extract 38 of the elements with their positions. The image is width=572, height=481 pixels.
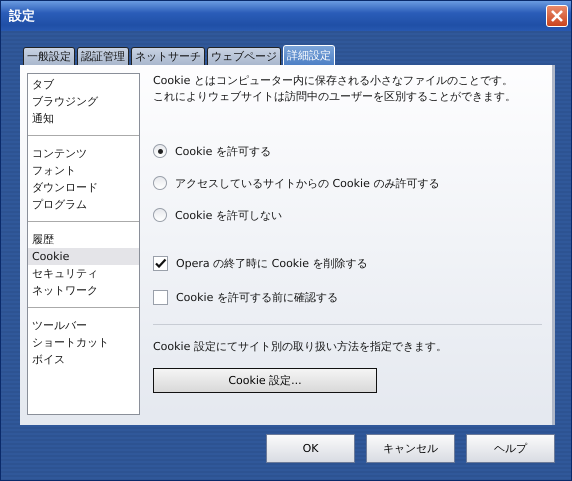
category-item[interactable]: コンテンツ [28, 145, 139, 162]
category-item[interactable]: Cookie [28, 248, 139, 265]
dialog-button[interactable]: ヘルプ [466, 434, 555, 463]
checkbox-label: Cookie を許可する前に確認する [176, 290, 338, 304]
radio-button[interactable] [153, 144, 167, 158]
description-text: Cookie とはコンピューター内に保存される小さなファイルのことです。 [153, 73, 514, 89]
close-icon [551, 10, 563, 22]
radio-label: アクセスしているサイトからの Cookie のみ許可する [175, 176, 440, 190]
category-item[interactable]: ブラウジング [28, 93, 139, 110]
cookie-settings-button[interactable]: Cookie 設定... [153, 368, 377, 393]
dialog-button[interactable]: OK [266, 434, 355, 463]
dialog-button[interactable]: キャンセル [366, 434, 455, 463]
category-item[interactable]: ネットワーク [28, 282, 139, 299]
category-item[interactable]: フォント [28, 162, 139, 179]
tab[interactable]: ネットサーチ [131, 47, 205, 65]
category-item[interactable]: ボイス [28, 351, 139, 368]
radio-label: Cookie を許可しない [175, 208, 282, 222]
window-title: 設定 [9, 8, 35, 25]
category-item[interactable]: 通知 [28, 110, 139, 127]
close-button[interactable] [546, 5, 568, 27]
radio-button[interactable] [153, 176, 167, 190]
checkbox-label: Opera の終了時に Cookie を削除する [176, 256, 368, 270]
category-item[interactable]: 履歴 [28, 231, 139, 248]
category-item[interactable]: プログラム [28, 196, 139, 213]
tab[interactable]: 一般設定 [23, 47, 75, 65]
radio-button[interactable] [153, 208, 167, 222]
category-item[interactable]: ツールバー [28, 317, 139, 334]
checkbox[interactable] [153, 256, 168, 270]
note-text: Cookie 設定にてサイト別の取り扱い方法を指定できます。 [153, 339, 448, 354]
tab[interactable]: 認証管理 [77, 47, 129, 65]
category-item[interactable]: ダウンロード [28, 179, 139, 196]
description-text: これによりウェブサイトは訪問中のユーザーを区別することができます。 [153, 89, 517, 105]
tab[interactable]: ウェブページ [207, 47, 281, 65]
category-item[interactable]: ショートカット [28, 334, 139, 351]
category-item[interactable]: セキュリティ [28, 265, 139, 282]
category-item[interactable]: タブ [28, 76, 139, 93]
checkbox[interactable] [153, 290, 168, 304]
radio-label: Cookie を許可する [175, 144, 271, 158]
